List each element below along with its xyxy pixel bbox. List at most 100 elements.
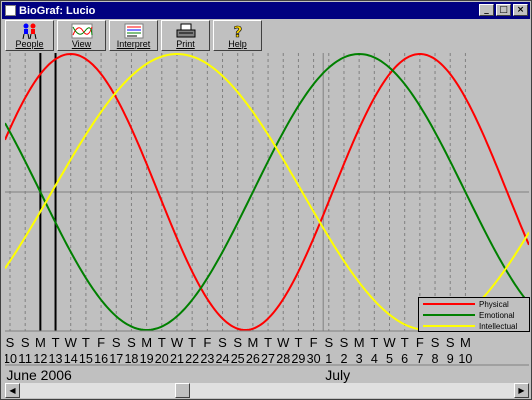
people-button[interactable]: People bbox=[5, 20, 54, 51]
print-label: Print bbox=[176, 39, 195, 49]
legend-label-intellectual: Intellectual bbox=[479, 321, 518, 331]
weekday-label: T bbox=[370, 335, 378, 350]
weekday-label: M bbox=[141, 335, 152, 350]
month-label: June 2006 bbox=[6, 367, 72, 383]
weekday-label: S bbox=[112, 335, 121, 350]
window-title: BioGraf: Lucio bbox=[19, 4, 96, 17]
weekday-label: T bbox=[264, 335, 272, 350]
legend-swatch-intellectual bbox=[423, 325, 475, 327]
weekday-label: M bbox=[35, 335, 46, 350]
date-label: 17 bbox=[109, 351, 123, 366]
weekday-label: T bbox=[158, 335, 166, 350]
weekday-label: S bbox=[127, 335, 136, 350]
weekday-label: T bbox=[401, 335, 409, 350]
legend-swatch-physical bbox=[423, 303, 475, 305]
date-label: 9 bbox=[447, 351, 454, 366]
date-label: 24 bbox=[216, 351, 230, 366]
interpret-button[interactable]: Interpret bbox=[109, 20, 158, 51]
app-window: BioGraf: Lucio _ □ × People View Interpr… bbox=[0, 0, 532, 400]
date-label: 23 bbox=[200, 351, 214, 366]
legend-label-emotional: Emotional bbox=[479, 310, 515, 320]
weekday-label: M bbox=[354, 335, 365, 350]
interpret-label: Interpret bbox=[116, 39, 151, 49]
date-label: 8 bbox=[432, 351, 439, 366]
date-label: 11 bbox=[18, 351, 32, 366]
date-label: 3 bbox=[356, 351, 363, 366]
close-button[interactable]: × bbox=[513, 4, 528, 16]
view-label: View bbox=[71, 39, 92, 49]
date-label: 30 bbox=[307, 351, 321, 366]
help-label: Help bbox=[228, 39, 247, 49]
toolbar: People View Interpret Print ? Help bbox=[5, 20, 262, 52]
weekday-label: F bbox=[203, 335, 211, 350]
scroll-right-button[interactable]: ▶ bbox=[514, 383, 529, 398]
weekday-label: S bbox=[21, 335, 30, 350]
weekday-label: F bbox=[97, 335, 105, 350]
minimize-button[interactable]: _ bbox=[479, 4, 494, 16]
weekday-label: S bbox=[324, 335, 333, 350]
svg-text:?: ? bbox=[233, 23, 242, 39]
date-label: 5 bbox=[386, 351, 393, 366]
scroll-thumb[interactable] bbox=[175, 383, 190, 398]
legend-item-physical: Physical bbox=[419, 299, 529, 309]
date-label: 26 bbox=[246, 351, 260, 366]
date-label: 12 bbox=[33, 351, 47, 366]
date-label: 29 bbox=[291, 351, 305, 366]
weekday-label: T bbox=[188, 335, 196, 350]
date-label: 4 bbox=[371, 351, 378, 366]
title-bar[interactable]: BioGraf: Lucio _ □ × bbox=[2, 2, 530, 19]
weekday-label: S bbox=[218, 335, 227, 350]
weekday-label: T bbox=[82, 335, 90, 350]
window-controls: _ □ × bbox=[479, 4, 528, 16]
date-label: 15 bbox=[79, 351, 93, 366]
legend-swatch-emotional bbox=[423, 314, 475, 316]
view-button[interactable]: View bbox=[57, 20, 106, 51]
weekday-label: M bbox=[460, 335, 471, 350]
view-icon bbox=[71, 23, 92, 39]
chart-svg: S10S11M12T13W14T15F16S17S18M19T20W21T22F… bbox=[5, 53, 529, 383]
weekday-label: W bbox=[171, 335, 184, 350]
people-icon bbox=[22, 23, 36, 39]
weekday-label: S bbox=[340, 335, 349, 350]
weekday-label: W bbox=[383, 335, 396, 350]
date-label: 13 bbox=[49, 351, 63, 366]
legend-label-physical: Physical bbox=[479, 299, 509, 309]
date-label: 10 bbox=[458, 351, 472, 366]
date-label: 10 bbox=[5, 351, 17, 366]
biorhythm-chart[interactable]: S 10 S 11 M 12 T 13 W 14 T 15 F 16 S 17 S 18 M 19 T 20 W 21 T 22 F… bbox=[5, 53, 530, 383]
date-label: 16 bbox=[94, 351, 108, 366]
weekday-label: T bbox=[52, 335, 60, 350]
date-label: 27 bbox=[261, 351, 275, 366]
month-label: July bbox=[325, 367, 350, 383]
interpret-icon bbox=[124, 23, 143, 39]
weekday-label: M bbox=[247, 335, 258, 350]
print-button[interactable]: Print bbox=[161, 20, 210, 51]
scroll-left-button[interactable]: ◀ bbox=[5, 383, 20, 398]
maximize-button[interactable]: □ bbox=[496, 4, 511, 16]
weekday-label: S bbox=[233, 335, 242, 350]
weekday-label: F bbox=[416, 335, 424, 350]
date-label: 25 bbox=[231, 351, 245, 366]
date-label: 7 bbox=[416, 351, 423, 366]
help-button[interactable]: ? Help bbox=[213, 20, 262, 51]
date-label: 22 bbox=[185, 351, 199, 366]
legend: Physical Emotional Intellectual bbox=[418, 297, 530, 332]
printer-icon bbox=[176, 23, 195, 38]
date-label: 18 bbox=[124, 351, 138, 366]
app-icon bbox=[5, 5, 16, 16]
legend-item-emotional: Emotional bbox=[419, 310, 529, 320]
date-label: 14 bbox=[64, 351, 78, 366]
horizontal-scrollbar[interactable]: ◀ ▶ bbox=[5, 383, 529, 398]
weekday-label: W bbox=[277, 335, 290, 350]
weekday-label: S bbox=[6, 335, 15, 350]
weekday-label: S bbox=[446, 335, 455, 350]
legend-item-intellectual: Intellectual bbox=[419, 321, 529, 331]
date-label: 28 bbox=[276, 351, 290, 366]
weekday-label: W bbox=[65, 335, 78, 350]
help-icon: ? bbox=[233, 23, 242, 39]
weekday-label: S bbox=[431, 335, 440, 350]
date-label: 21 bbox=[170, 351, 184, 366]
date-label: 2 bbox=[340, 351, 347, 366]
weekday-label: T bbox=[294, 335, 302, 350]
date-label: 19 bbox=[140, 351, 154, 366]
